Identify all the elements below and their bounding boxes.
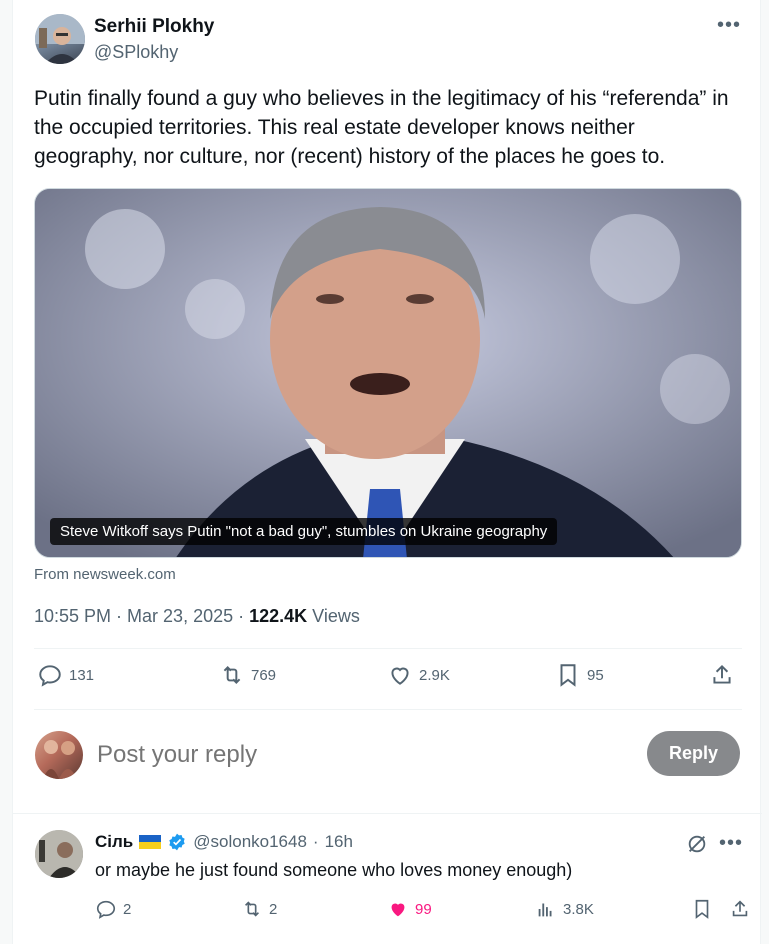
ukraine-flag-icon [139,835,162,849]
comment-views-button[interactable]: 3.8K [535,898,594,920]
reply-button[interactable]: 131 [37,662,94,688]
views-icon [538,903,552,917]
reply-submit-button[interactable]: Reply [647,731,740,776]
like-count: 2.9K [419,666,450,684]
comment-repost-count: 2 [269,900,278,918]
repost-button[interactable]: 769 [219,662,276,688]
reply-input[interactable] [97,738,617,772]
bookmark-button[interactable]: 95 [555,662,604,688]
user-avatar[interactable] [35,731,83,779]
comment-header: Сіль @solonko1648 · 16h [95,832,353,852]
comment-more-icon[interactable]: ••• [719,832,743,855]
comment-author-handle[interactable]: @solonko1648 [193,832,307,852]
like-icon [391,903,405,917]
like-button[interactable]: 2.9K [387,662,450,688]
author-handle[interactable]: @SPlokhy [94,42,178,63]
comment-time[interactable]: 16h [325,832,353,852]
reply-icon [96,900,116,919]
share-icon [713,664,731,684]
comment-repost-button[interactable]: 2 [241,898,277,920]
divider [34,709,742,710]
share-button[interactable] [709,662,735,688]
repost-count: 769 [251,666,277,684]
post-column: Serhii Plokhy @SPlokhy ••• Putin finally… [12,0,762,944]
bookmark-count: 95 [587,666,604,684]
section-separator [13,813,762,814]
comment-actions: 2 2 99 3.8K [95,898,748,924]
timestamp[interactable]: 10:55 PM · Mar 23, 2025 · [34,606,249,626]
more-icon[interactable]: ••• [717,14,741,37]
views-label: Views [307,606,360,626]
views-count: 122.4K [249,606,308,626]
grok-icon[interactable] [686,833,708,855]
verified-icon [169,833,185,851]
comment-like-count: 99 [415,900,432,918]
reply-icon [39,665,61,687]
tweet-actions: 131 769 2.9K 95 [37,662,743,698]
tweet-meta: 10:55 PM · Mar 23, 2025 · 122.4K Views [34,606,360,627]
media-source[interactable]: From newsweek.com [34,566,176,583]
tweet-text: Putin finally found a guy who believes i… [34,87,729,168]
media-card[interactable]: Steve Witkoff says Putin "not a bad guy"… [34,188,742,558]
comment-share-button[interactable] [729,898,751,920]
author-avatar[interactable] [35,14,85,64]
comment-reply-button[interactable]: 2 [95,898,131,920]
repost-icon [223,666,241,684]
media-caption: Steve Witkoff says Putin "not a bad guy"… [50,518,558,545]
bookmark-icon [695,899,709,919]
reply-count: 131 [69,666,95,684]
comment-text: or maybe he just found someone who loves… [95,860,573,880]
comment-separator: · [312,832,319,851]
comment-author-name[interactable]: Сіль [95,832,133,852]
divider [34,648,742,649]
comment-bookmark-button[interactable] [691,898,713,920]
comment-reply-count: 2 [123,900,132,918]
like-icon [391,667,409,685]
author-name[interactable]: Serhii Plokhy [94,16,214,38]
bookmark-icon [560,664,576,687]
news-photo [35,189,741,557]
share-icon [732,900,748,917]
repost-icon [244,901,260,917]
comment-views-count: 3.8K [563,900,594,918]
comment-like-button[interactable]: 99 [387,898,432,920]
comment-avatar[interactable] [35,830,83,878]
